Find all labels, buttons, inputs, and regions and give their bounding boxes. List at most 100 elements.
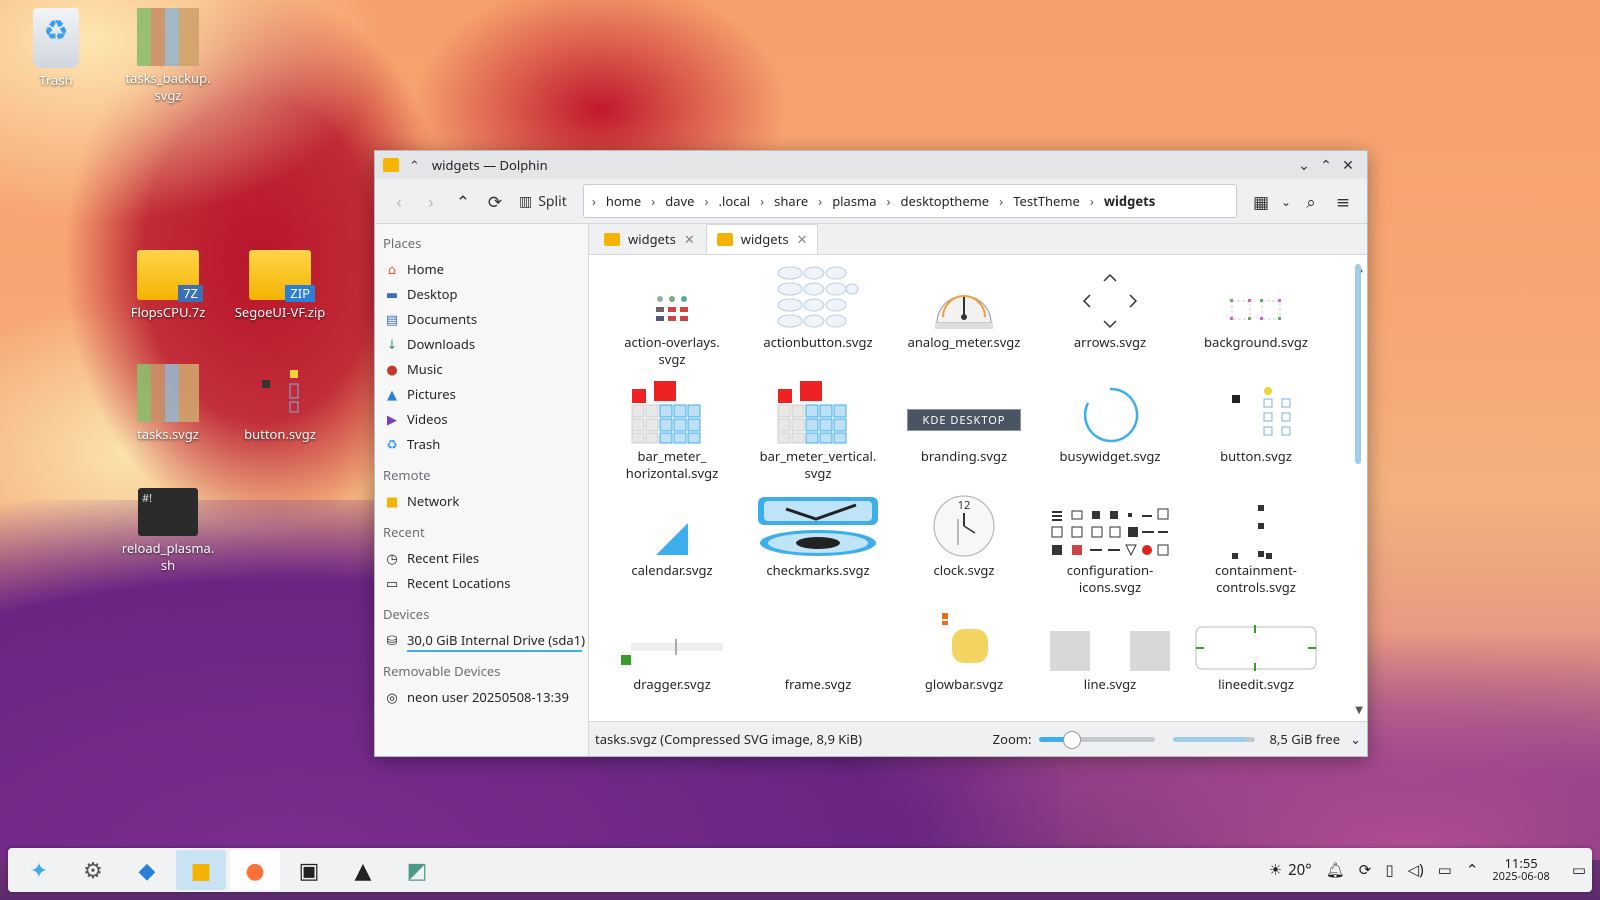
digital-clock[interactable]: 11:55 2025-06-08: [1492, 856, 1549, 884]
file-item[interactable]: action-overlays. svgz: [599, 261, 745, 368]
sidebar-item-pictures[interactable]: ▲ Pictures: [375, 381, 588, 406]
file-name: action-overlays. svgz: [624, 333, 720, 368]
sidebar-item-home[interactable]: ⌂ Home: [375, 256, 588, 281]
file-item[interactable]: bar_meter_vertical. svgz: [745, 375, 891, 482]
network-icon[interactable]: ▭: [1438, 860, 1452, 880]
file-name: dragger.svgz: [633, 675, 711, 693]
sidebar-item-trash[interactable]: ♻ Trash: [375, 431, 588, 456]
taskbar-firefox[interactable]: ●: [230, 850, 280, 890]
breadcrumb-item-home[interactable]: home ›: [606, 192, 665, 210]
close-button[interactable]: ✕: [1337, 156, 1359, 175]
sidebar-item-network[interactable]: ■ Network: [375, 488, 588, 513]
show-desktop-icon[interactable]: ▭: [1572, 860, 1586, 880]
file-thumbnail: [1037, 489, 1183, 559]
file-item[interactable]: calendar.svgz: [599, 489, 745, 579]
vertical-scrollbar[interactable]: [1355, 264, 1361, 464]
breadcrumb-item-desktoptheme[interactable]: desktoptheme ›: [901, 192, 1014, 210]
view-mode-dropdown[interactable]: ⌄: [1277, 186, 1295, 216]
documents-icon: ▤: [385, 309, 399, 328]
desktop-icon-label: tasks_backup. svgz: [125, 69, 211, 104]
split-button[interactable]: ▥ Split: [511, 192, 575, 211]
file-item[interactable]: button.svgz: [1183, 375, 1329, 465]
updates-icon[interactable]: ⟳: [1359, 860, 1372, 880]
desktop-icon-reload-plasma[interactable]: #! reload_plasma. sh: [118, 488, 218, 574]
desktop-icon-trash[interactable]: Trash: [6, 8, 106, 89]
file-item[interactable]: analog_meter.svgz: [891, 261, 1037, 351]
taskbar-dolphin[interactable]: ■: [176, 850, 226, 890]
weather-icon[interactable]: ☀: [1269, 860, 1282, 880]
breadcrumb-item-dave[interactable]: dave ›: [665, 192, 718, 210]
maximize-button[interactable]: ⌃: [1315, 156, 1337, 175]
taskbar-discover[interactable]: ◆: [122, 850, 172, 890]
notifications-icon[interactable]: 🔔︎: [1326, 860, 1345, 880]
file-thumbnail: [599, 603, 745, 673]
close-tab-icon[interactable]: ✕: [684, 230, 695, 248]
zoom-slider[interactable]: [1039, 730, 1156, 749]
free-space-label[interactable]: 8,5 GiB free: [1269, 730, 1340, 748]
weather-temperature[interactable]: 20°: [1288, 860, 1312, 880]
sidebar-item-recent-locations[interactable]: ▭ Recent Locations: [375, 570, 588, 595]
sidebar-item-recent-files[interactable]: ◷ Recent Files: [375, 545, 588, 570]
tab-widgets-2[interactable]: widgets ✕: [705, 224, 819, 254]
menu-button[interactable]: ≡: [1327, 186, 1359, 216]
pictures-icon: ▲: [387, 384, 397, 403]
sidebar-item-documents[interactable]: ▤ Documents: [375, 306, 588, 331]
clipboard-icon[interactable]: ▯: [1385, 860, 1393, 880]
file-item[interactable]: busywidget.svgz: [1037, 375, 1183, 465]
forward-button[interactable]: ›: [415, 186, 447, 216]
file-item[interactable]: glowbar.svgz: [891, 603, 1037, 693]
sidebar-item-removable-media[interactable]: ◎ neon user 20250508-13:39: [375, 684, 588, 709]
volume-icon[interactable]: ◁): [1408, 860, 1424, 880]
reload-button[interactable]: ⟳: [479, 186, 511, 216]
file-item[interactable]: bar_meter_ horizontal.svgz: [599, 375, 745, 482]
sidebar-item-internal-drive[interactable]: ⛁ 30,0 GiB Internal Drive (sda1): [375, 627, 588, 652]
view-mode-button[interactable]: ▦: [1245, 186, 1277, 216]
close-tab-icon[interactable]: ✕: [797, 230, 808, 248]
desktop-icon-flopscpu[interactable]: 7Z FlopsCPU.7z: [118, 250, 218, 321]
file-item[interactable]: arrows.svgz: [1037, 261, 1183, 351]
search-button[interactable]: ⌕: [1295, 186, 1327, 216]
breadcrumb-item-testtheme[interactable]: TestTheme ›: [1013, 192, 1104, 210]
sidebar-item-downloads[interactable]: ↓ Downloads: [375, 331, 588, 356]
taskbar-kde-app[interactable]: ◩: [392, 850, 442, 890]
file-item[interactable]: actionbutton.svgz: [745, 261, 891, 351]
breadcrumb-item-widgets[interactable]: widgets: [1104, 192, 1155, 210]
file-item[interactable]: background.svgz: [1183, 261, 1329, 351]
file-item[interactable]: dragger.svgz: [599, 603, 745, 693]
application-launcher-button[interactable]: ✦: [14, 850, 64, 890]
zoom-slider-handle[interactable]: [1062, 730, 1081, 749]
file-item[interactable]: configuration- icons.svgz: [1037, 489, 1183, 596]
scroll-down-icon[interactable]: ▼: [1355, 702, 1363, 716]
file-item[interactable]: KDE DESKTOP branding.svgz: [891, 375, 1037, 465]
file-item[interactable]: 12 clock.svgz: [891, 489, 1037, 579]
breadcrumb-item-local[interactable]: .local ›: [719, 192, 775, 210]
breadcrumb[interactable]: › home › dave › .local › share › plasma › des…: [582, 184, 1237, 218]
desktop-icon-tasks-backup[interactable]: tasks_backup. svgz: [118, 8, 218, 104]
desktop-icon-tasks[interactable]: tasks.svgz: [118, 364, 218, 443]
desktop-icon-button[interactable]: button.svgz: [230, 364, 330, 443]
back-button[interactable]: ‹: [383, 186, 415, 216]
window-titlebar[interactable]: ⌃ widgets — Dolphin ⌄ ⌃ ✕: [375, 151, 1367, 179]
keep-above-icon[interactable]: ⌃: [409, 156, 420, 174]
sidebar-item-desktop[interactable]: ▬ Desktop: [375, 281, 588, 306]
desktop-icon-segoeui[interactable]: ZIP SegoeUI-VF.zip: [230, 250, 330, 321]
desktop-icon-label: SegoeUI-VF.zip: [234, 303, 326, 321]
breadcrumb-item-share[interactable]: share ›: [774, 192, 832, 210]
tray-expand-icon[interactable]: ⌃: [1466, 860, 1479, 880]
file-item[interactable]: checkmarks.svgz: [745, 489, 891, 579]
file-item[interactable]: line.svgz: [1037, 603, 1183, 693]
file-item[interactable]: containment- controls.svgz: [1183, 489, 1329, 596]
tab-widgets-1[interactable]: widgets ✕: [593, 224, 706, 254]
up-button[interactable]: ⌃: [447, 186, 479, 216]
sidebar-item-music[interactable]: ● Music: [375, 356, 588, 381]
file-item[interactable]: frame.svgz: [745, 603, 891, 693]
file-item[interactable]: lineedit.svgz: [1183, 603, 1329, 693]
taskbar-konsole[interactable]: ▣: [284, 850, 334, 890]
file-name: branding.svgz: [920, 447, 1008, 465]
free-space-chevron-icon[interactable]: ⌄: [1350, 730, 1361, 748]
minimize-button[interactable]: ⌄: [1293, 156, 1315, 175]
taskbar-system-settings[interactable]: ⚙: [68, 850, 118, 890]
breadcrumb-item-plasma[interactable]: plasma ›: [832, 192, 900, 210]
taskbar-inkscape[interactable]: ▲: [338, 850, 388, 890]
sidebar-item-videos[interactable]: ▶ Videos: [375, 406, 588, 431]
